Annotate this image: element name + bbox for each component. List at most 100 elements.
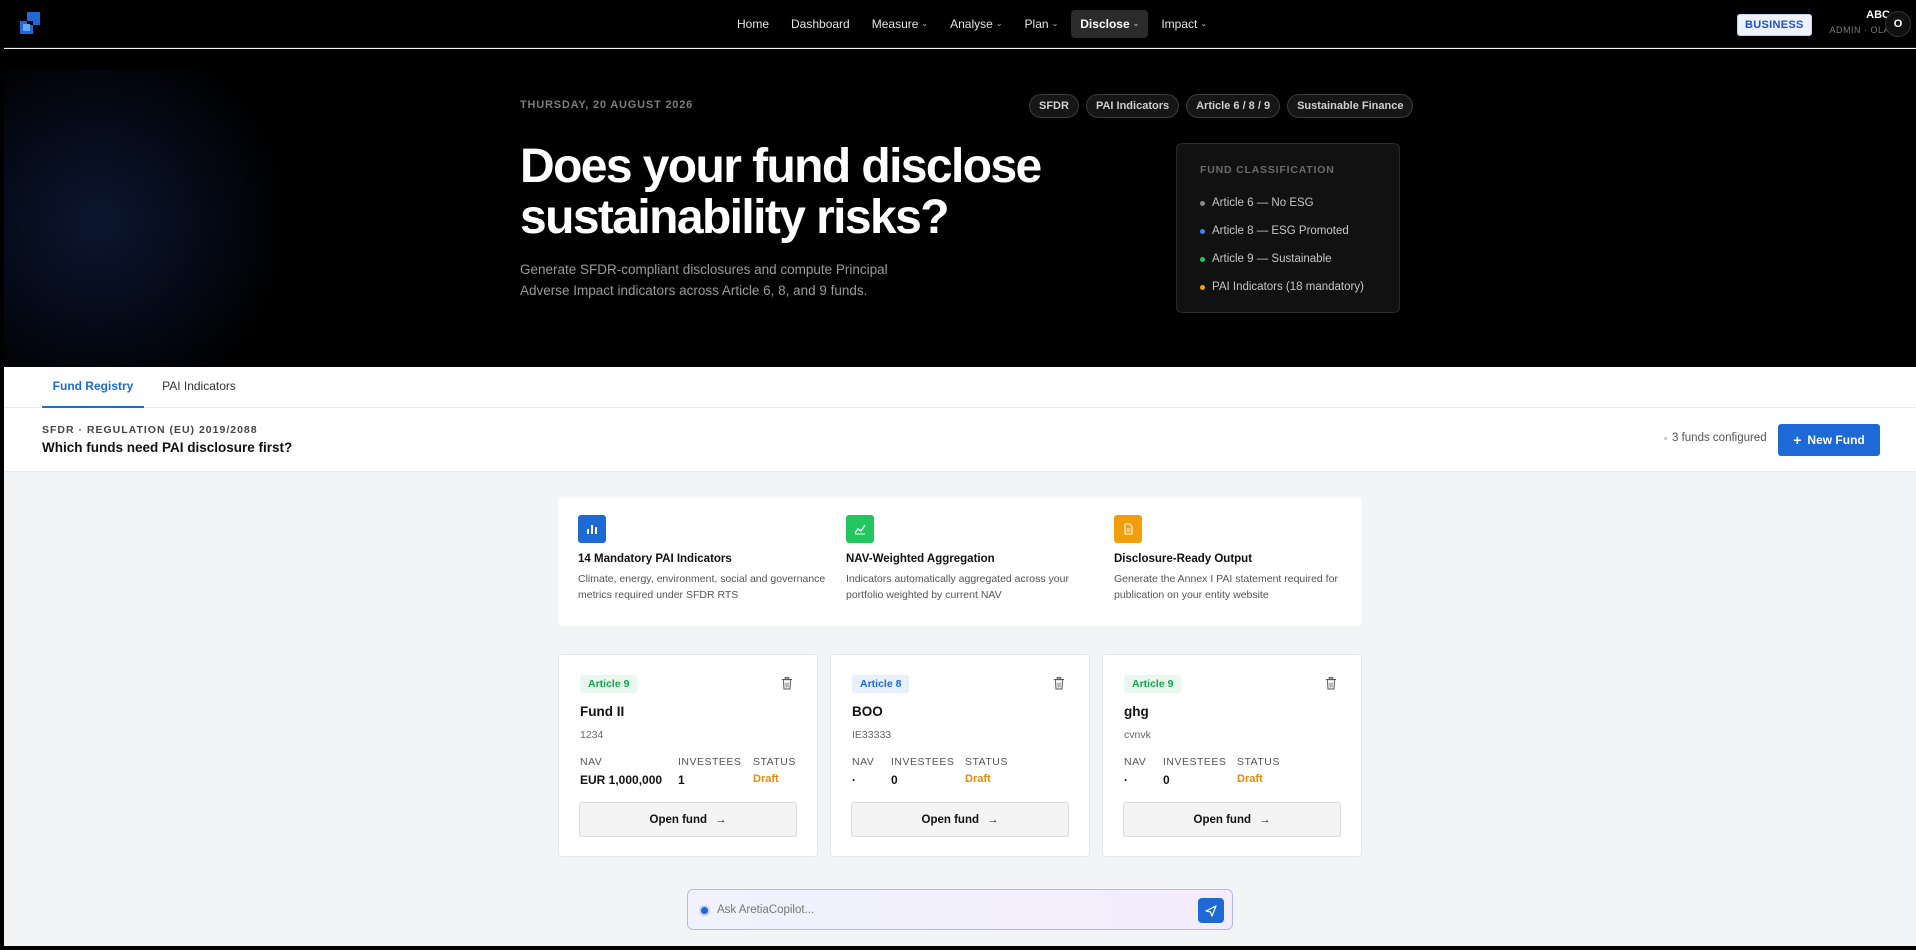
nav-analyse[interactable]: Analyse ⌄ bbox=[941, 10, 1011, 38]
hero-tag: Sustainable Finance bbox=[1287, 94, 1414, 118]
nav-impact[interactable]: Impact ⌄ bbox=[1152, 10, 1216, 38]
classification-title: FUND CLASSIFICATION bbox=[1200, 164, 1335, 176]
fund-count: 3 funds configured bbox=[1664, 432, 1767, 444]
trash-icon[interactable] bbox=[1325, 677, 1337, 690]
metric-label: STATUS bbox=[753, 756, 796, 768]
status-badge: Draft bbox=[965, 773, 991, 785]
send-icon bbox=[1205, 904, 1217, 917]
hero-tag: PAI Indicators bbox=[1085, 94, 1180, 118]
metric-value: 0 bbox=[1163, 773, 1170, 787]
fund-card[interactable]: Article 9 ghg cvnvk NAV · INVESTEES 0 STAT… bbox=[1102, 654, 1362, 857]
copilot-input[interactable] bbox=[717, 900, 1157, 920]
chevron-down-icon: ⌄ bbox=[995, 19, 1003, 28]
fund-classification-card: FUND CLASSIFICATION Article 6 — No ESG A… bbox=[1176, 143, 1400, 313]
bar-chart-icon bbox=[578, 515, 606, 543]
tab-fund-registry[interactable]: Fund Registry bbox=[42, 367, 144, 408]
open-fund-label: Open fund bbox=[921, 813, 980, 826]
metric-investees: INVESTEES 0 bbox=[1163, 756, 1226, 787]
hero-title: Does your fund disclose sustainability r… bbox=[520, 140, 1042, 244]
nav-disclose[interactable]: Disclose ⌄ bbox=[1071, 10, 1149, 38]
metric-label: NAV bbox=[852, 756, 875, 768]
fund-name: ghg bbox=[1124, 704, 1149, 719]
app-logo-icon[interactable] bbox=[18, 12, 42, 36]
dot-icon bbox=[1200, 284, 1205, 290]
chevron-down-icon: ⌄ bbox=[1132, 19, 1140, 28]
dot-icon bbox=[1664, 436, 1667, 440]
open-fund-button[interactable]: Open fund → bbox=[1123, 802, 1341, 837]
main-nav: Home Dashboard Measure ⌄ Analyse ⌄ Plan ⌄ D… bbox=[728, 10, 1216, 38]
open-fund-button[interactable]: Open fund → bbox=[851, 802, 1069, 837]
nav-home[interactable]: Home bbox=[728, 10, 778, 38]
metric-status: STATUS Draft bbox=[1237, 756, 1280, 785]
status-badge: Draft bbox=[1237, 773, 1263, 785]
new-fund-button[interactable]: + New Fund bbox=[1778, 424, 1880, 456]
article-badge: Article 9 bbox=[1124, 675, 1182, 693]
fund-card[interactable]: Article 9 Fund II 1234 NAV EUR 1,000,000 … bbox=[558, 654, 818, 857]
copilot-bar bbox=[687, 889, 1233, 930]
nav-home-label: Home bbox=[737, 17, 770, 31]
nav-measure-label: Measure bbox=[871, 17, 919, 31]
plan-badge: BUSINESS bbox=[1737, 14, 1812, 36]
nav-dashboard[interactable]: Dashboard bbox=[782, 10, 859, 38]
nav-plan[interactable]: Plan ⌄ bbox=[1016, 10, 1068, 38]
arrow-right-icon: → bbox=[987, 813, 999, 826]
article-badge: Article 9 bbox=[580, 675, 638, 693]
metric-investees: INVESTEES 1 bbox=[678, 756, 741, 787]
section-title: Which funds need PAI disclosure first? bbox=[42, 440, 293, 455]
dot-icon bbox=[1200, 228, 1205, 234]
fund-code: 1234 bbox=[580, 729, 604, 741]
hero-tag: SFDR bbox=[1029, 94, 1079, 118]
open-fund-label: Open fund bbox=[1193, 813, 1252, 826]
document-icon bbox=[1114, 515, 1142, 543]
fund-name: Fund II bbox=[580, 704, 625, 719]
nav-analyse-label: Analyse bbox=[950, 17, 993, 31]
user-role: ADMIN · OLA bbox=[1829, 25, 1890, 35]
chevron-down-icon: ⌄ bbox=[1200, 19, 1208, 28]
metric-nav: NAV · bbox=[852, 756, 874, 787]
avatar[interactable]: O bbox=[1885, 11, 1911, 37]
tab-pai-indicators[interactable]: PAI Indicators bbox=[154, 367, 244, 408]
hero-tag: Article 6 / 8 / 9 bbox=[1186, 94, 1281, 118]
metric-label: INVESTEES bbox=[891, 756, 955, 768]
feature-item: 14 Mandatory PAI Indicators Climate, ene… bbox=[578, 515, 828, 603]
classification-item: PAI Indicators (18 mandatory) bbox=[1200, 273, 1376, 301]
fund-card[interactable]: Article 8 BOO IE33333 NAV · INVESTEES 0 ST… bbox=[830, 654, 1090, 857]
tab-bar: Fund Registry PAI Indicators bbox=[4, 367, 1916, 408]
article-badge: Article 8 bbox=[852, 675, 910, 693]
feature-item: Disclosure-Ready Output Generate the Ann… bbox=[1114, 515, 1364, 603]
section-header: SFDR · REGULATION (EU) 2019/2088 Which f… bbox=[4, 408, 1916, 472]
trash-icon[interactable] bbox=[1053, 677, 1065, 690]
metric-nav: NAV EUR 1,000,000 bbox=[580, 756, 662, 787]
user-org: ABC bbox=[1866, 9, 1890, 21]
status-dot-icon bbox=[701, 907, 708, 914]
fund-count-label: 3 funds configured bbox=[1672, 432, 1767, 444]
hero-tags: SFDR PAI Indicators Article 6 / 8 / 9 Su… bbox=[1029, 94, 1414, 118]
hero-subtitle: Generate SFDR-compliant disclosures and … bbox=[520, 262, 888, 298]
send-button[interactable] bbox=[1198, 898, 1224, 923]
hero-date: THURSDAY, 20 AUGUST 2026 bbox=[520, 99, 694, 111]
metric-investees: INVESTEES 0 bbox=[891, 756, 954, 787]
classification-label: Article 8 — ESG Promoted bbox=[1212, 225, 1349, 237]
chevron-down-icon: ⌄ bbox=[921, 19, 929, 28]
metric-value: EUR 1,000,000 bbox=[580, 773, 663, 787]
metric-label: NAV bbox=[580, 756, 603, 768]
user-info[interactable]: ABC ADMIN · OLA bbox=[1812, 9, 1890, 35]
nav-disclose-label: Disclose bbox=[1080, 17, 1130, 31]
feature-item: NAV-Weighted Aggregation Indicators auto… bbox=[846, 515, 1096, 603]
metric-label: INVESTEES bbox=[1163, 756, 1227, 768]
open-fund-label: Open fund bbox=[649, 813, 708, 826]
arrow-right-icon: → bbox=[1259, 813, 1271, 826]
open-fund-button[interactable]: Open fund → bbox=[579, 802, 797, 837]
metric-label: STATUS bbox=[965, 756, 1008, 768]
feature-title: NAV-Weighted Aggregation bbox=[846, 553, 995, 565]
features-panel: 14 Mandatory PAI Indicators Climate, ene… bbox=[558, 497, 1362, 626]
nav-impact-label: Impact bbox=[1161, 17, 1198, 31]
new-fund-label: New Fund bbox=[1807, 433, 1865, 447]
dot-icon bbox=[1200, 256, 1205, 262]
nav-measure[interactable]: Measure ⌄ bbox=[863, 10, 937, 38]
trash-icon[interactable] bbox=[781, 677, 793, 690]
nav-dashboard-label: Dashboard bbox=[791, 17, 850, 31]
classification-label: PAI Indicators (18 mandatory) bbox=[1212, 281, 1364, 293]
dot-icon bbox=[1200, 200, 1205, 206]
hero-section: THURSDAY, 20 AUGUST 2026 SFDR PAI Indica… bbox=[4, 49, 1916, 367]
